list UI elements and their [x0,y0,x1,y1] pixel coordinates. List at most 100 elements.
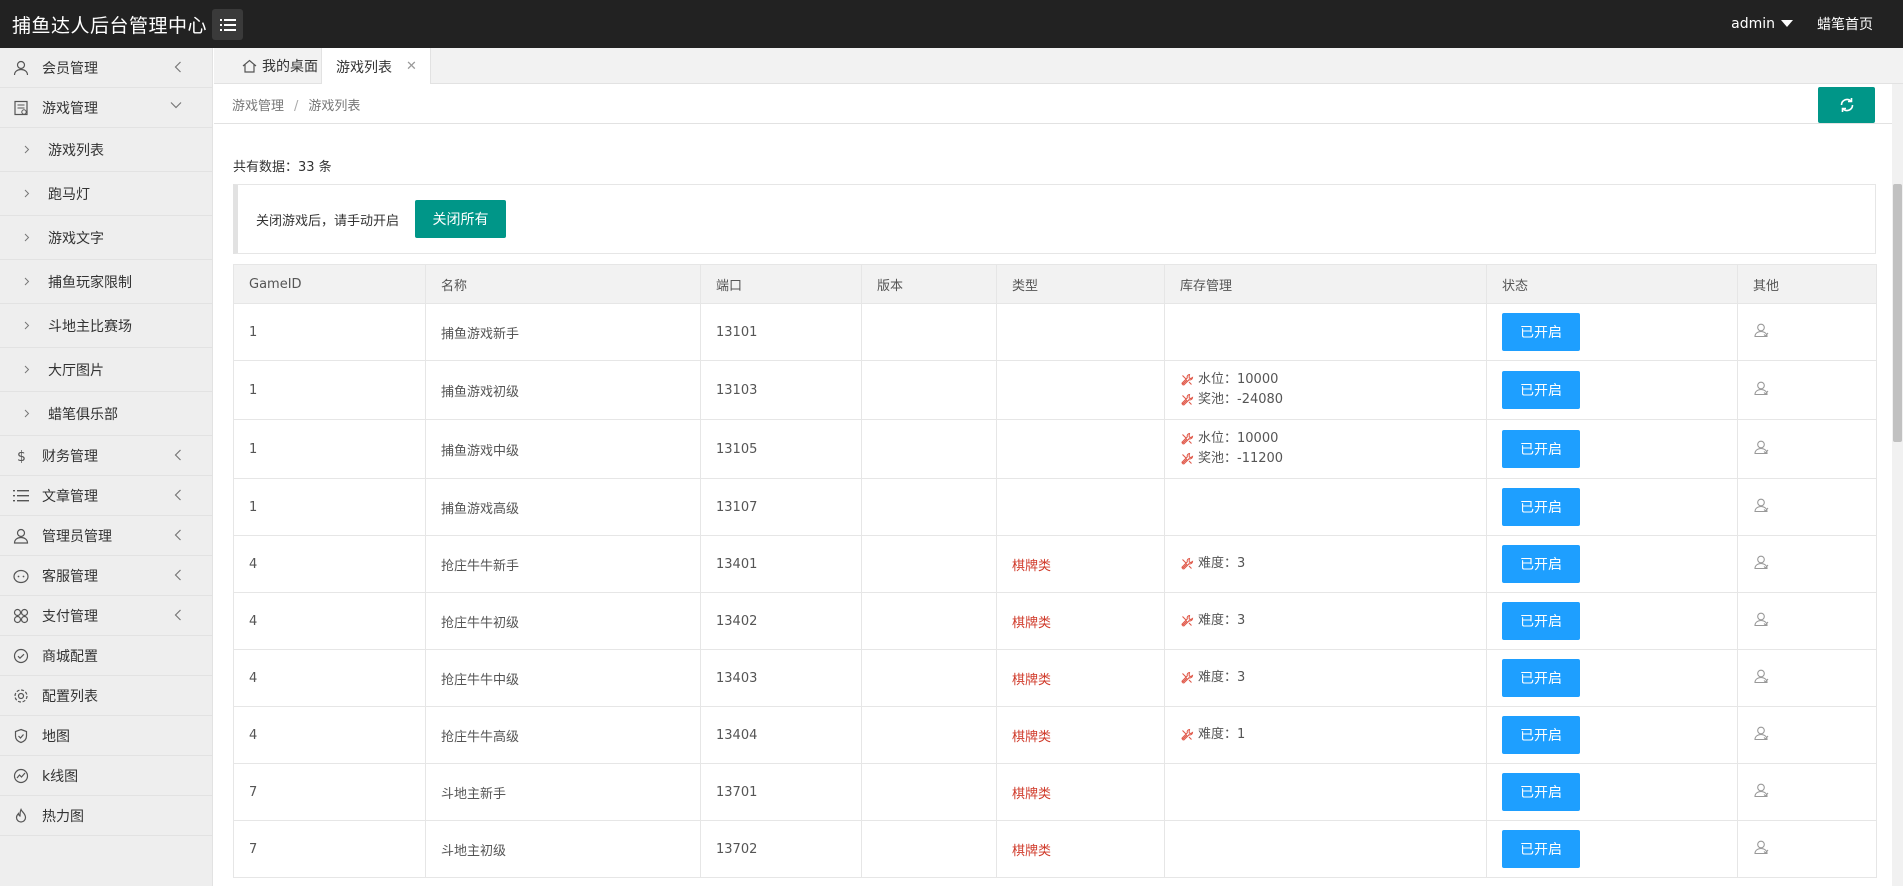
category-label: 棋牌类 [1012,672,1052,688]
refresh-button[interactable] [1818,87,1875,123]
cell-version [861,535,997,593]
status-toggle-button[interactable]: 已开启 [1502,830,1580,868]
column-header: 其他 [1737,264,1877,304]
user-check-icon[interactable] [1753,497,1769,513]
chevron-left-icon [174,529,181,541]
cell-version [861,763,997,821]
home-link[interactable]: 蜡笔首页 [1817,14,1873,34]
tab-my-desktop[interactable]: 我的桌面 [228,48,334,84]
status-toggle-button[interactable]: 已开启 [1502,313,1580,351]
user-check-icon[interactable] [1753,554,1769,570]
sidebar-item-map[interactable]: 地图 [0,716,212,756]
cell-version [861,649,997,707]
sidebar-item-members[interactable]: 会员管理 [0,48,212,88]
sidebar-item-config-list[interactable]: 配置列表 [0,676,212,716]
stock-entry[interactable]: 水位：10000 [1180,370,1486,390]
column-header: 状态 [1486,264,1738,304]
cell-status: 已开启 [1486,763,1738,821]
tab-label: 我的桌面 [262,59,318,75]
chevron-right-icon [24,321,36,330]
user-check-icon[interactable] [1753,782,1769,798]
table-row: 4 抢庄牛牛初级 13402 棋牌类 难度：3 已开启 [233,592,1877,650]
sidebar-item-heatmap[interactable]: 热力图 [0,796,212,836]
sidebar-subitem-lobby-images[interactable]: 大厅图片 [0,348,212,392]
sidebar-subitem-game-text[interactable]: 游戏文字 [0,216,212,260]
close-all-button[interactable]: 关闭所有 [415,200,506,238]
sidebar-item-kline[interactable]: k线图 [0,756,212,796]
status-toggle-button[interactable]: 已开启 [1502,430,1580,468]
stock-entry[interactable]: 难度：3 [1180,554,1486,574]
status-toggle-button[interactable]: 已开启 [1502,716,1580,754]
user-check-icon[interactable] [1753,380,1769,396]
sidebar-subitem-label: 斗地主比赛场 [48,318,132,335]
chevron-left-icon [174,61,181,73]
stock-entry[interactable]: 奖池：-11200 [1180,449,1486,469]
sidebar-subitem-landlord-match[interactable]: 斗地主比赛场 [0,304,212,348]
sidebar-item-label: 管理员管理 [42,528,112,545]
status-toggle-button[interactable]: 已开启 [1502,602,1580,640]
user-check-icon[interactable] [1753,439,1769,455]
cell-other [1737,649,1877,707]
status-toggle-button[interactable]: 已开启 [1502,488,1580,526]
status-toggle-button[interactable]: 已开启 [1502,659,1580,697]
status-toggle-button[interactable]: 已开启 [1502,545,1580,583]
user-check-icon[interactable] [1753,611,1769,627]
scrollbar-thumb[interactable] [1893,184,1902,442]
sidebar-subitem-game-list[interactable]: 游戏列表 [0,128,212,172]
chevron-left-icon [174,489,181,501]
stock-entry[interactable]: 水位：10000 [1180,429,1486,449]
cell-other [1737,303,1877,361]
cell-type: 棋牌类 [996,706,1165,764]
table-row: 7 斗地主初级 13702 棋牌类 已开启 [233,820,1877,878]
cell-stock: 水位：10000 奖池：-11200 [1164,419,1487,479]
sidebar-item-articles[interactable]: 文章管理 [0,476,212,516]
sidebar-item-finance[interactable]: $ 财务管理 [0,436,212,476]
user-check-icon[interactable] [1753,668,1769,684]
cell-game-id: 1 [233,419,426,479]
sidebar-item-customer-service[interactable]: 客服管理 [0,556,212,596]
refresh-icon [1840,98,1853,112]
game-table: GameID 名称 端口 版本 类型 库存管理 状态 其他 1 捕鱼游戏新手 131… [233,264,1877,878]
sidebar-subitem-marquee[interactable]: 跑马灯 [0,172,212,216]
sidebar-item-games[interactable]: 游戏管理 [0,88,212,128]
menu-toggle-button[interactable] [212,9,243,40]
sidebar-item-label: 配置列表 [42,688,98,705]
close-icon[interactable]: ✕ [406,59,417,74]
breadcrumb-item[interactable]: 游戏管理 [232,99,284,114]
status-toggle-button[interactable]: 已开启 [1502,773,1580,811]
cell-port: 13702 [700,820,862,878]
stock-entry[interactable]: 难度：1 [1180,725,1486,745]
cell-other [1737,820,1877,878]
tab-label: 游戏列表 [336,59,392,76]
user-check-icon[interactable] [1753,839,1769,855]
cell-game-id: 4 [233,649,426,707]
cell-version [861,592,997,650]
page-scrollbar[interactable] [1892,84,1903,886]
fire-icon [12,807,30,825]
stock-value: 水位：10000 [1198,431,1279,446]
cell-version [861,419,997,479]
stock-entry[interactable]: 难度：3 [1180,611,1486,631]
sidebar-item-shop-config[interactable]: 商城配置 [0,636,212,676]
cell-type: 棋牌类 [996,535,1165,593]
admin-user-menu[interactable]: admin [1731,16,1793,32]
cell-version [861,360,997,420]
user-check-icon[interactable] [1753,725,1769,741]
cell-name: 捕鱼游戏中级 [425,419,701,479]
sidebar-subitem-fish-player-limit[interactable]: 捕鱼玩家限制 [0,260,212,304]
user-check-icon[interactable] [1753,322,1769,338]
gear-icon [12,687,30,705]
stock-entry[interactable]: 难度：3 [1180,668,1486,688]
cell-type [996,360,1165,420]
tab-game-list[interactable]: 游戏列表 ✕ [321,48,431,85]
stock-entry[interactable]: 奖池：-24080 [1180,390,1486,410]
breadcrumb: 游戏管理 / 游戏列表 [232,95,360,114]
sidebar-item-admins[interactable]: 管理员管理 [0,516,212,556]
tab-bar: 我的桌面 游戏列表 ✕ [214,48,1903,85]
sidebar-item-payments[interactable]: 支付管理 [0,596,212,636]
wrench-icon [1180,373,1194,387]
sidebar-subitem-club[interactable]: 蜡笔俱乐部 [0,392,212,436]
cell-other [1737,706,1877,764]
cell-game-id: 7 [233,763,426,821]
status-toggle-button[interactable]: 已开启 [1502,371,1580,409]
